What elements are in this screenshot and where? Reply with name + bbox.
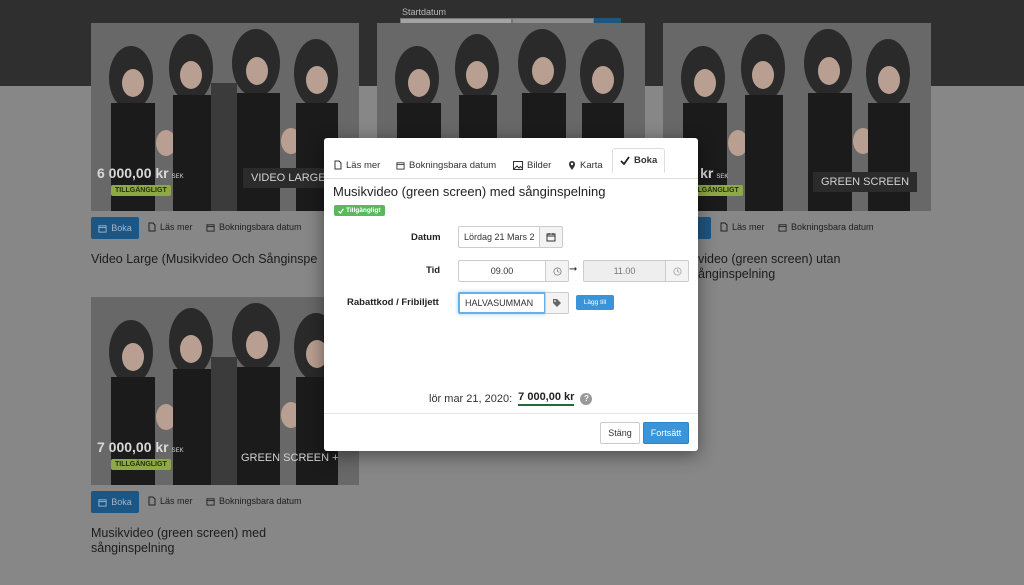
tab-label: Bokningsbara datum [409, 159, 497, 171]
bookable-dates-link[interactable]: Bokningsbara datum [778, 222, 874, 232]
bookable-dates-link[interactable]: Bokningsbara datum [206, 222, 302, 232]
currency-label: SEK [716, 174, 729, 180]
apply-discount-button[interactable]: Lägg till [576, 295, 614, 310]
map-marker-icon [569, 161, 575, 170]
close-button[interactable]: Stäng [600, 422, 640, 444]
card-title[interactable]: Video Large (Musikvideo Och Sånginspe [91, 252, 317, 267]
file-icon [148, 496, 156, 506]
read-more-link[interactable]: Läs mer [720, 222, 765, 232]
arrow-right-icon: ➞ [569, 264, 578, 275]
tab-map[interactable]: Karta [568, 153, 603, 177]
calendar-icon [778, 223, 787, 232]
clock-icon [552, 266, 562, 276]
tab-label: Bilder [527, 159, 552, 171]
check-icon [620, 156, 630, 165]
book-button[interactable]: Boka [91, 491, 139, 513]
card-image-4[interactable]: 7 000,00 kr SEK TILLGÄNGLIGT GREEN SCREEN… [91, 297, 359, 485]
group-photo [377, 23, 645, 138]
book-button[interactable]: Boka [91, 217, 139, 239]
image-label: GREEN SCREEN + [241, 452, 339, 464]
price-value: 6 000,00 kr [97, 165, 169, 181]
bookable-dates-label: Bokningsbara datum [791, 222, 874, 232]
file-icon [148, 222, 156, 232]
availability-badge: Tillgängligt [334, 205, 385, 216]
time-start-field[interactable]: 09.00 [458, 260, 546, 282]
modal-tabs: Läs mer Bokningsbara datum Bilder Karta … [324, 147, 698, 179]
card-price: 7 000,00 kr SEK [97, 439, 184, 455]
card-price: 6 000,00 kr SEK [97, 165, 184, 181]
tab-book[interactable]: Boka [612, 148, 666, 173]
help-icon[interactable]: ? [580, 392, 593, 405]
time-end-field: 11.00 [583, 260, 666, 282]
read-more-label: Läs mer [732, 222, 765, 232]
clock-icon [672, 266, 682, 276]
date-picker-button[interactable] [539, 226, 563, 248]
book-label: Boka [111, 223, 132, 233]
currency-label: SEK [171, 448, 184, 454]
read-more-link[interactable]: Läs mer [148, 496, 193, 506]
tag-addon [545, 292, 569, 314]
time-label: Tid [426, 265, 441, 276]
currency-label: SEK [171, 174, 184, 180]
tab-label: Karta [580, 159, 603, 171]
card-image-1[interactable]: 6 000,00 kr SEK TILLGÄNGLIGT VIDEO LARGE [91, 23, 359, 211]
tab-label: Läs mer [346, 159, 381, 171]
calendar-icon [206, 497, 215, 506]
image-label: GREEN SCREEN [813, 172, 918, 192]
read-more-label: Läs mer [160, 222, 193, 232]
card-image-3[interactable]: 0,00 krSEK TILLGÄNGLIGT GREEN SCREEN [663, 23, 931, 211]
time-start-clock[interactable] [545, 260, 569, 282]
discount-code-input[interactable]: HALVASUMMAN [458, 292, 546, 314]
time-end-clock [665, 260, 689, 282]
calendar-icon [206, 223, 215, 232]
card-title[interactable]: video (green screen) utan ånginspelning [698, 252, 840, 282]
file-icon [720, 222, 728, 232]
tab-bookable-dates[interactable]: Bokningsbara datum [396, 153, 496, 177]
modal-footer: Stäng Fortsätt [324, 413, 698, 451]
calendar-icon [546, 233, 556, 242]
badge-label: Tillgängligt [346, 207, 381, 214]
read-more-label: Läs mer [160, 496, 193, 506]
card-title[interactable]: Musikvideo (green screen) med sånginspel… [91, 526, 266, 556]
check-icon [338, 208, 344, 214]
price-summary: lör mar 21, 2020: 7 000,00 kr ? [429, 391, 593, 406]
file-icon [334, 160, 342, 170]
continue-button[interactable]: Fortsätt [643, 422, 689, 444]
book-label: Boka [111, 497, 132, 507]
status-badge: TILLGÄNGLIGT [111, 459, 171, 470]
calendar-check-icon [98, 224, 107, 233]
image-label: VIDEO LARGE [243, 168, 334, 188]
tab-images[interactable]: Bilder [513, 153, 551, 177]
tag-icon [553, 299, 561, 307]
image-icon [513, 160, 523, 170]
bookable-dates-link[interactable]: Bokningsbara datum [206, 496, 302, 506]
start-date-label: Startdatum [402, 7, 447, 17]
price-value: 7 000,00 kr [97, 439, 169, 455]
status-badge: TILLGÄNGLIGT [111, 185, 171, 196]
discount-label: Rabattkod / Fribiljett [347, 297, 439, 308]
booking-modal: Läs mer Bokningsbara datum Bilder Karta … [324, 138, 698, 451]
bookable-dates-label: Bokningsbara datum [219, 496, 302, 506]
tab-read-more[interactable]: Läs mer [334, 153, 380, 177]
bookable-dates-label: Bokningsbara datum [219, 222, 302, 232]
card-image-2[interactable] [377, 23, 645, 138]
modal-title: Musikvideo (green screen) med sånginspel… [333, 184, 606, 199]
read-more-link[interactable]: Läs mer [148, 222, 193, 232]
date-field[interactable]: Lördag 21 Mars 2 [458, 226, 540, 248]
calendar-icon [396, 161, 405, 170]
summary-date: lör mar 21, 2020: [429, 392, 513, 405]
calendar-check-icon [98, 498, 107, 507]
summary-total: 7 000,00 kr [518, 391, 575, 406]
date-label: Datum [411, 232, 441, 243]
tab-label: Boka [634, 155, 658, 166]
